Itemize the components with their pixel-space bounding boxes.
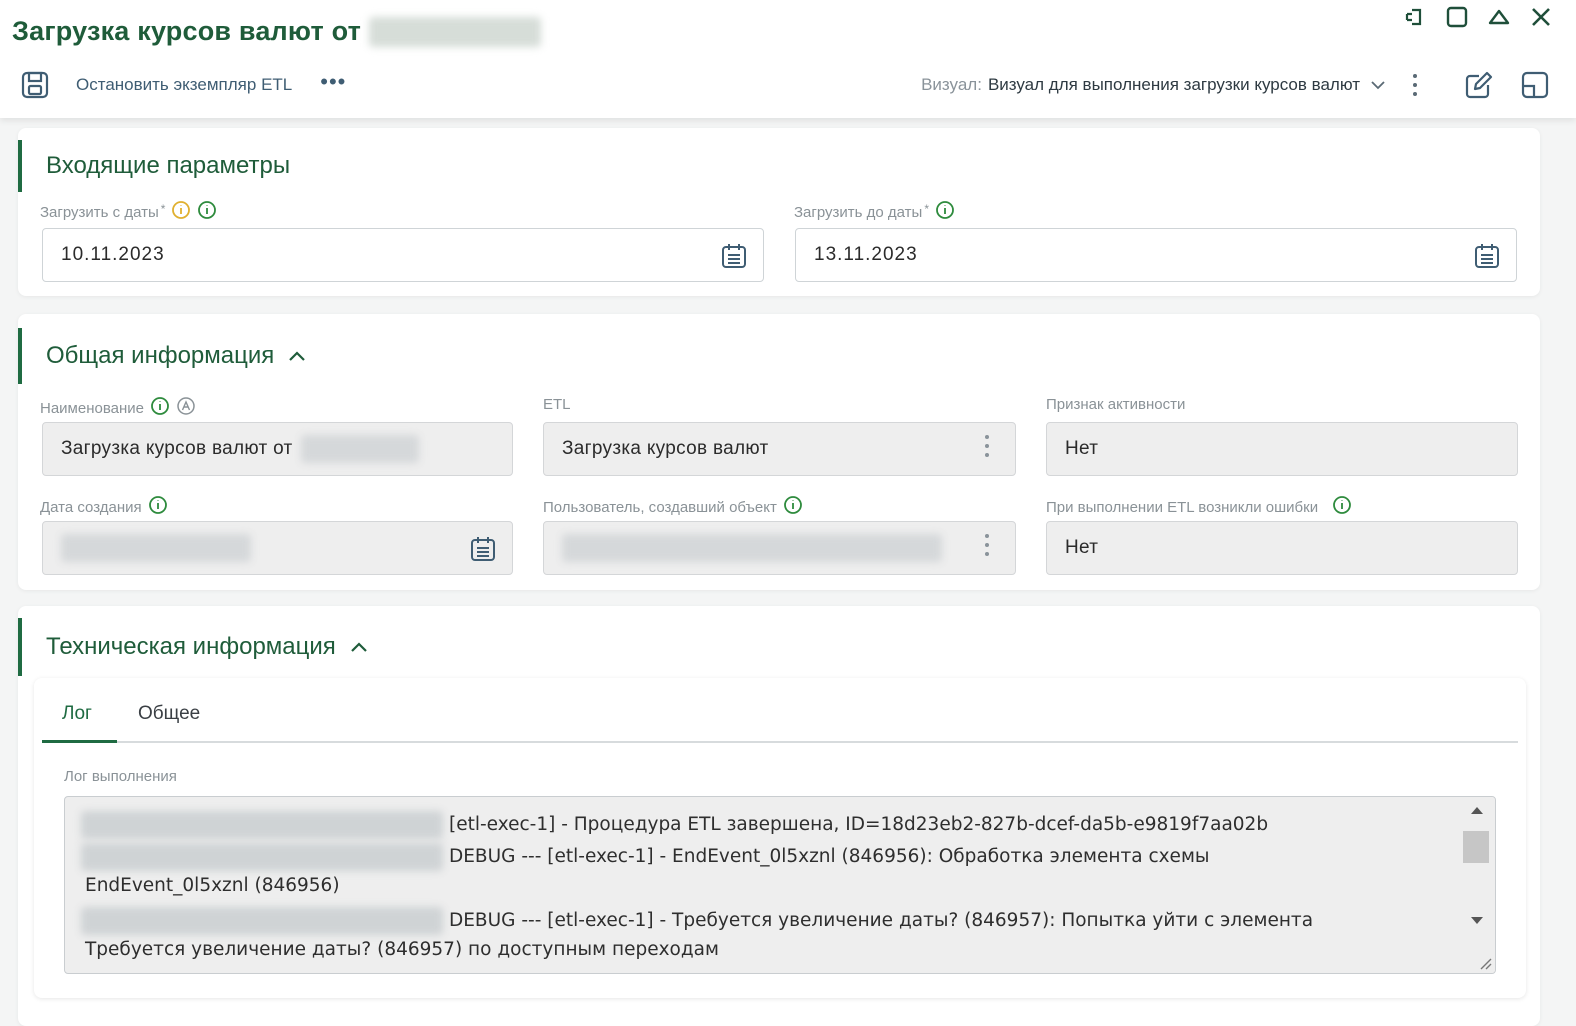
kebab-menu-icon[interactable] bbox=[985, 534, 989, 556]
date-from-field[interactable]: 10.11.2023 bbox=[42, 228, 764, 282]
log-line: Требуется увеличение даты? (846957) по д… bbox=[85, 939, 719, 960]
toolbar-left: Остановить экземпляр ETL ••• bbox=[18, 68, 346, 102]
warning-info-icon[interactable] bbox=[171, 200, 191, 224]
info-icon[interactable] bbox=[783, 495, 803, 519]
redacted-timestamp bbox=[81, 907, 443, 935]
date-from-label-row: Загрузить с даты * bbox=[40, 200, 217, 224]
general-info-title: Общая информация bbox=[46, 342, 275, 369]
redacted-user bbox=[562, 534, 942, 562]
close-icon[interactable] bbox=[1528, 4, 1554, 30]
created-label-row: Дата создания bbox=[40, 495, 168, 519]
chevron-up-icon[interactable] bbox=[288, 349, 306, 363]
date-to-label-row: Загрузить до даты * bbox=[794, 200, 955, 224]
general-info-header[interactable]: Общая информация bbox=[18, 328, 306, 384]
active-field[interactable]: Нет bbox=[1046, 422, 1518, 476]
log-line: EndEvent_0l5xznl (846956) bbox=[85, 875, 340, 896]
name-value: Загрузка курсов валют от bbox=[61, 438, 293, 459]
chevron-down-icon[interactable] bbox=[1370, 77, 1386, 93]
input-params-title: Входящие параметры bbox=[46, 152, 291, 179]
scroll-down-arrow-icon[interactable] bbox=[1471, 917, 1483, 924]
name-label-row: Наименование bbox=[40, 396, 196, 420]
layout-icon[interactable] bbox=[1518, 68, 1552, 102]
date-from-value: 10.11.2023 bbox=[61, 244, 165, 265]
log-textarea[interactable]: [etl-exec-1] - Процедура ETL завершена, … bbox=[64, 796, 1496, 974]
scroll-up-arrow-icon[interactable] bbox=[1471, 807, 1483, 814]
pin-icon[interactable] bbox=[1402, 4, 1428, 30]
redacted-date bbox=[61, 534, 251, 562]
tab-bar: Лог Общее bbox=[42, 695, 1518, 743]
log-line: DEBUG --- [etl-exec-1] - EndEvent_0l5xzn… bbox=[81, 843, 1210, 871]
redacted-date bbox=[369, 16, 542, 47]
errors-field[interactable]: Нет bbox=[1046, 521, 1518, 575]
tab-general[interactable]: Общее bbox=[118, 703, 220, 743]
active-label: Признак активности bbox=[1046, 396, 1186, 413]
creator-label: Пользователь, создавший объект bbox=[543, 498, 777, 516]
date-to-value: 13.11.2023 bbox=[814, 244, 918, 265]
date-from-label: Загрузить с даты bbox=[40, 203, 159, 221]
page-title-text: Загрузка курсов валют от bbox=[12, 16, 362, 46]
active-label-row: Признак активности bbox=[1046, 396, 1185, 413]
collapse-icon[interactable] bbox=[1486, 4, 1512, 30]
stop-etl-button[interactable]: Остановить экземпляр ETL bbox=[76, 75, 292, 95]
edit-icon[interactable] bbox=[1462, 68, 1496, 102]
creator-label-row: Пользователь, создавший объект bbox=[543, 495, 803, 519]
info-icon[interactable] bbox=[197, 200, 217, 224]
date-to-field[interactable]: 13.11.2023 bbox=[795, 228, 1517, 282]
scroll-thumb[interactable] bbox=[1463, 831, 1489, 863]
top-bar: Загрузка курсов валют от Остановить экзе… bbox=[0, 0, 1576, 118]
chevron-up-icon[interactable] bbox=[350, 640, 368, 654]
save-icon[interactable] bbox=[18, 68, 52, 102]
etl-value: Загрузка курсов валют bbox=[562, 438, 769, 459]
calendar-icon[interactable] bbox=[468, 534, 498, 564]
required-mark: * bbox=[160, 202, 166, 216]
created-label: Дата создания bbox=[40, 498, 142, 516]
active-value: Нет bbox=[1065, 438, 1099, 459]
kebab-menu-icon[interactable] bbox=[1408, 74, 1422, 96]
errors-value: Нет bbox=[1065, 537, 1099, 558]
name-label: Наименование bbox=[40, 399, 144, 417]
etl-label: ETL bbox=[543, 396, 571, 413]
creator-field[interactable] bbox=[543, 521, 1016, 575]
required-mark: * bbox=[924, 202, 930, 216]
resize-grip-icon[interactable] bbox=[1477, 955, 1493, 971]
page-title: Загрузка курсов валют от bbox=[12, 16, 542, 47]
scrollbar[interactable] bbox=[1461, 797, 1495, 973]
info-icon[interactable] bbox=[1332, 495, 1352, 519]
kebab-menu-icon[interactable] bbox=[985, 435, 989, 457]
tab-log[interactable]: Лог bbox=[42, 703, 117, 743]
log-line: DEBUG --- [etl-exec-1] - Требуется увели… bbox=[81, 907, 1313, 935]
info-icon[interactable] bbox=[148, 495, 168, 519]
created-field[interactable] bbox=[42, 521, 513, 575]
etl-field[interactable]: Загрузка курсов валют bbox=[543, 422, 1016, 476]
name-field[interactable]: Загрузка курсов валют от bbox=[42, 422, 513, 476]
visual-select[interactable]: Визуал для выполнения загрузки курсов ва… bbox=[988, 75, 1360, 95]
info-icon[interactable] bbox=[935, 200, 955, 224]
maximize-icon[interactable] bbox=[1444, 4, 1470, 30]
redacted-date bbox=[300, 435, 419, 463]
etl-label-row: ETL bbox=[543, 396, 571, 413]
more-actions-button[interactable]: ••• bbox=[320, 71, 346, 93]
date-to-label: Загрузить до даты bbox=[794, 203, 923, 221]
redacted-timestamp bbox=[81, 811, 443, 839]
redacted-timestamp bbox=[81, 843, 443, 871]
toolbar-right: Визуал: Визуал для выполнения загрузки к… bbox=[921, 68, 1552, 102]
info-icon[interactable] bbox=[150, 396, 170, 420]
calendar-icon[interactable] bbox=[1472, 241, 1502, 271]
errors-label: При выполнении ETL возникли ошибки bbox=[1046, 498, 1319, 516]
technical-info-title: Техническая информация bbox=[46, 633, 336, 660]
log-label-row: Лог выполнения bbox=[64, 768, 177, 785]
window-controls bbox=[1402, 4, 1554, 30]
log-label: Лог выполнения bbox=[64, 768, 177, 785]
input-params-header: Входящие параметры bbox=[18, 140, 290, 192]
errors-label-row: При выполнении ETL возникли ошибки bbox=[1046, 495, 1352, 519]
visual-label: Визуал: bbox=[921, 75, 982, 94]
auto-icon[interactable] bbox=[176, 396, 196, 420]
technical-info-header[interactable]: Техническая информация bbox=[18, 618, 368, 676]
log-line: [etl-exec-1] - Процедура ETL завершена, … bbox=[81, 811, 1268, 839]
calendar-icon[interactable] bbox=[719, 241, 749, 271]
